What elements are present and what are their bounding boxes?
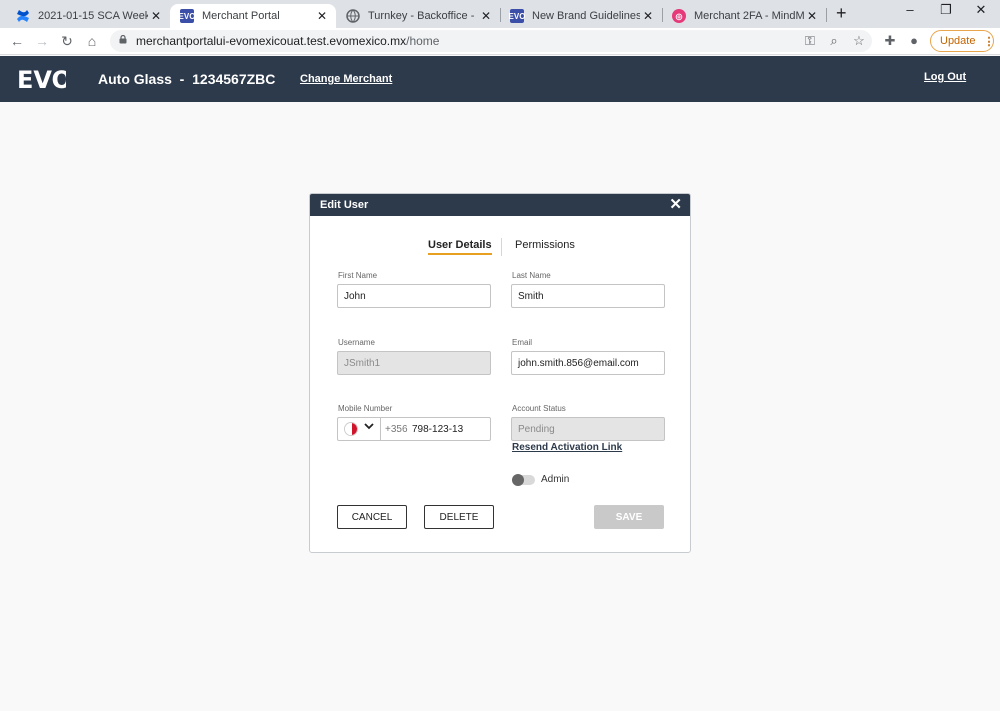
close-tab-icon[interactable]: ✕ [478,9,494,23]
browser-tab-merchant-portal[interactable]: EVO Merchant Portal ✕ [170,4,336,28]
home-icon[interactable]: ⌂ [84,32,100,50]
url-host: merchantportalui-evomexicouat.test.evome… [136,34,407,48]
first-name-value: John [344,290,366,302]
last-name-field[interactable]: Smith [511,284,665,308]
bookmark-star-icon[interactable]: ☆ [851,33,867,49]
cancel-button[interactable]: CANCEL [337,505,407,529]
extensions-icon[interactable]: ✚ [882,33,898,49]
url-text: merchantportalui-evomexicouat.test.evome… [136,34,439,48]
key-icon[interactable]: ⚿ [802,33,818,49]
last-name-label: Last Name [512,271,551,280]
mindmeister-icon: ◎ [672,9,686,23]
modal-title: Edit User [320,199,369,211]
svg-text:EVO: EVO [17,66,66,93]
close-tab-icon[interactable]: ✕ [804,9,820,23]
phone-divider [380,418,381,440]
delete-label: DELETE [439,511,479,523]
forward-icon[interactable]: → [34,32,50,50]
tab-permissions[interactable]: Permissions [515,239,575,251]
update-label: Update [940,35,976,47]
tab-label: Merchant Portal [202,10,280,22]
last-name-value: Smith [518,290,544,302]
username-value: JSmith1 [344,357,381,369]
tab-label: 2021-01-15 SCA Weekly Me [38,10,148,22]
email-field[interactable]: john.smith.856@email.com [511,351,665,375]
app-header: EVO Auto Glass - 1234567ZBC Change Merch… [0,56,1000,102]
mobile-number-value: 798-123-13 [412,424,464,435]
mobile-number-field[interactable]: +356 798-123-13 [337,417,491,441]
url-path: /home [406,34,440,48]
evo-icon: EVO [179,9,195,23]
account-status-label: Account Status [512,404,566,413]
close-tab-icon[interactable]: ✕ [640,9,656,23]
tab-user-details[interactable]: User Details [428,239,492,255]
malta-flag-icon[interactable] [344,422,358,436]
confluence-icon [16,9,30,23]
account-status-field: Pending [511,417,665,441]
browser-tab-sca-weekly[interactable]: 2021-01-15 SCA Weekly Me ✕ [6,4,170,28]
close-icon[interactable]: ✕ [669,197,682,212]
close-tab-icon[interactable]: ✕ [314,9,330,23]
minimize-icon[interactable]: – [902,2,918,17]
browser-tab-brand-guidelines[interactable]: EVO New Brand Guidelines ✕ [500,4,662,28]
browser-tab-strip: 2021-01-15 SCA Weekly Me ✕ EVO Merchant … [0,0,1000,28]
resend-activation-link[interactable]: Resend Activation Link [512,442,622,453]
admin-toggle[interactable] [512,474,535,486]
close-window-icon[interactable]: ✕ [973,2,989,18]
save-button[interactable]: SAVE [594,505,664,529]
toggle-knob [512,474,524,486]
cancel-label: CANCEL [351,511,393,523]
username-label: Username [338,338,375,347]
globe-icon [346,9,360,23]
save-label: SAVE [615,511,643,523]
close-tab-icon[interactable]: ✕ [148,9,164,23]
browser-tab-turnkey[interactable]: Turnkey - Backoffice - Ui ✕ [336,4,500,28]
evo-icon: EVO [509,9,525,23]
back-icon[interactable]: ← [9,32,25,50]
address-bar[interactable]: merchantportalui-evomexicouat.test.evome… [110,30,872,52]
more-menu-icon: ⋮ [983,35,995,48]
new-tab-icon[interactable]: + [836,4,852,22]
browser-toolbar: ← → ↻ ⌂ merchantportalui-evomexicouat.te… [0,28,1000,55]
logout-link[interactable]: Log Out [924,71,966,83]
edit-user-modal: Edit User ✕ User Details Permissions Fir… [309,193,691,553]
tab-divider [501,238,502,256]
modal-tabs: User Details Permissions [310,238,690,259]
delete-button[interactable]: DELETE [424,505,494,529]
first-name-label: First Name [338,271,378,280]
zoom-icon[interactable]: ⌕ [826,33,842,49]
admin-toggle-label: Admin [541,474,570,485]
modal-header: Edit User ✕ [310,194,690,216]
profile-avatar-icon[interactable]: ● [906,33,922,48]
account-status-value: Pending [518,423,555,435]
lock-icon [119,35,127,44]
mobile-number-label: Mobile Number [338,404,393,413]
change-merchant-link[interactable]: Change Merchant [300,73,392,85]
update-button[interactable]: Update ⋮ [930,30,994,52]
first-name-field[interactable]: John [337,284,491,308]
tab-label: Merchant 2FA - MindMeiste [694,10,804,22]
chevron-down-icon[interactable] [364,422,374,432]
username-field: JSmith1 [337,351,491,375]
browser-tab-mindmeister[interactable]: ◎ Merchant 2FA - MindMeiste ✕ [662,4,826,28]
merchant-title: Auto Glass - 1234567ZBC [98,71,276,87]
tab-separator [826,8,827,22]
email-label: Email [512,338,533,347]
tab-label: Turnkey - Backoffice - Ui [368,10,478,22]
reload-icon[interactable]: ↻ [59,32,75,50]
evo-logo[interactable]: EVO [16,65,66,93]
country-code: +356 [385,424,408,435]
email-value: john.smith.856@email.com [518,357,639,369]
tab-label: New Brand Guidelines [532,10,640,22]
restore-icon[interactable]: ❐ [938,2,954,18]
